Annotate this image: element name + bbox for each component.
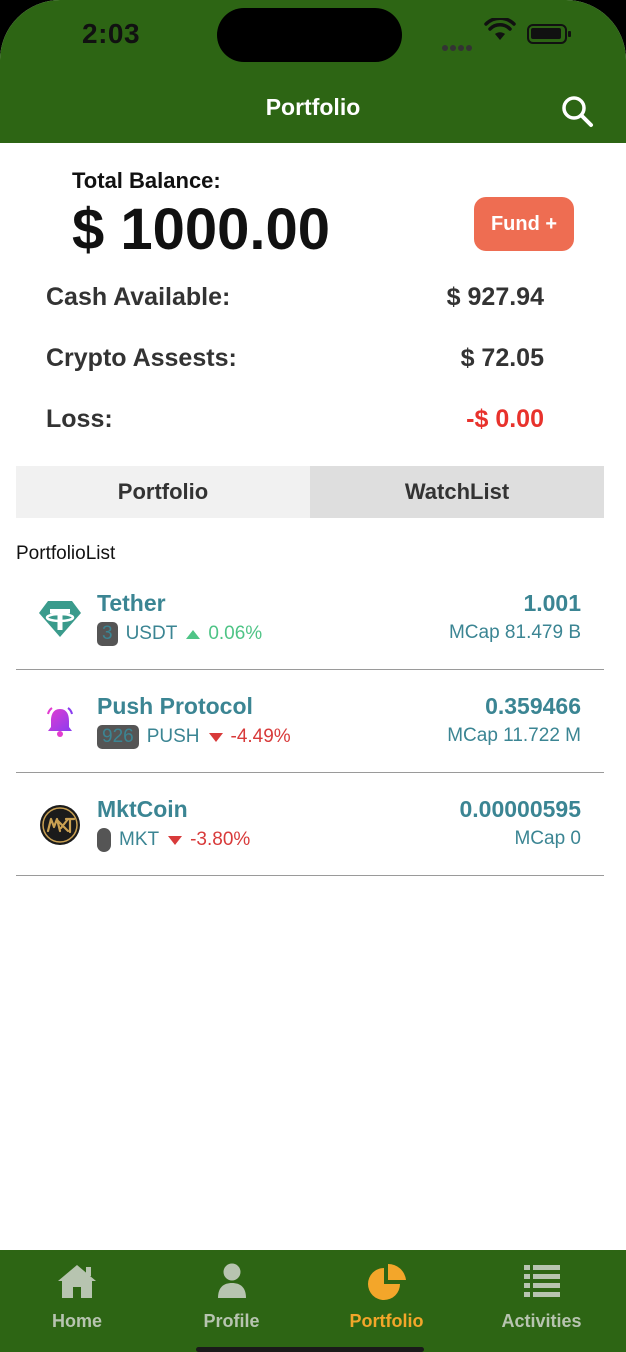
nav-activities[interactable]: Activities [464, 1250, 619, 1352]
coin-row-tether[interactable]: Tether 3 USDT 0.06% 1.001 MCap 81.479 B [16, 567, 604, 670]
coin-subtitle: 3 USDT 0.06% [97, 622, 262, 646]
search-icon[interactable] [560, 94, 594, 128]
home-indicator [196, 1347, 424, 1352]
crypto-assets-value: $ 72.05 [460, 344, 544, 372]
status-time: 2:03 [82, 18, 141, 49]
coin-subtitle: 926 PUSH -4.49% [97, 725, 291, 749]
caret-down-icon [168, 835, 183, 845]
coin-name: MktCoin [97, 796, 188, 822]
nav-label: Profile [203, 1311, 260, 1331]
list-icon [523, 1265, 560, 1297]
coin-symbol: MKT [119, 829, 160, 850]
coin-symbol: PUSH [146, 726, 200, 747]
nav-profile[interactable]: Profile [154, 1250, 309, 1352]
crypto-assets-label: Crypto Assests: [46, 344, 237, 372]
nav-home[interactable]: Home [0, 1250, 154, 1352]
coin-name: Push Protocol [97, 693, 253, 719]
coin-name: Tether [97, 590, 166, 616]
fund-button[interactable]: Fund + [474, 197, 574, 251]
portfolio-list: Tether 3 USDT 0.06% 1.001 MCap 81.479 B [16, 567, 604, 876]
cash-available-label: Cash Available: [46, 283, 231, 311]
loss-value: -$ 0.00 [466, 405, 544, 433]
rank-badge: 3 [97, 622, 118, 646]
wifi-icon [484, 18, 516, 40]
coin-change: 0.06% [208, 623, 263, 644]
cash-available-value: $ 927.94 [446, 283, 544, 311]
rank-badge: 926 [97, 725, 139, 749]
coin-price: 0.359466 [485, 693, 581, 719]
bell-icon [38, 700, 82, 744]
coin-price: 1.001 [523, 590, 581, 616]
nav-label: Portfolio [349, 1311, 424, 1331]
bottom-nav: Home Profile Portfolio Activities [0, 1250, 626, 1352]
total-balance-label: Total Balance: [72, 168, 221, 193]
caret-up-icon [186, 629, 201, 639]
tab-watchlist[interactable]: WatchList [310, 466, 604, 518]
page-title: Portfolio [265, 94, 361, 120]
pie-chart-icon [367, 1263, 406, 1300]
coin-mcap: MCap 11.722 M [447, 725, 581, 746]
home-icon [58, 1265, 96, 1298]
nav-label: Home [51, 1311, 102, 1331]
app-screen: 2:03 Portfolio Total Balance: $ 1000.00 … [0, 0, 626, 1352]
section-label: PortfolioList [16, 543, 116, 564]
coin-change: -3.80% [190, 829, 251, 850]
coin-subtitle: MKT -3.80% [97, 828, 250, 852]
person-icon [217, 1263, 246, 1298]
coin-symbol: USDT [125, 623, 178, 644]
coin-mcap: MCap 0 [514, 828, 581, 849]
battery-icon [527, 24, 571, 44]
coin-mcap: MCap 81.479 B [448, 622, 581, 643]
mkt-logo-icon [38, 803, 82, 847]
loss-label: Loss: [46, 405, 113, 433]
coin-row-mktcoin[interactable]: MktCoin MKT -3.80% 0.00000595 MCap 0 [16, 773, 604, 876]
tether-icon [38, 597, 82, 641]
nav-portfolio[interactable]: Portfolio [309, 1250, 464, 1352]
signal-icon [442, 38, 474, 56]
tab-portfolio[interactable]: Portfolio [16, 466, 310, 518]
rank-badge [97, 828, 111, 852]
portfolio-tabs: Portfolio WatchList [16, 466, 604, 518]
coin-price: 0.00000595 [459, 796, 581, 822]
top-bar: 2:03 Portfolio [0, 0, 626, 143]
nav-label: Activities [501, 1311, 582, 1331]
coin-row-push-protocol[interactable]: Push Protocol 926 PUSH -4.49% 0.359466 M… [16, 670, 604, 773]
coin-change: -4.49% [230, 726, 291, 747]
caret-down-icon [208, 732, 223, 742]
total-balance-value: $ 1000.00 [72, 197, 331, 262]
dynamic-island [217, 8, 402, 62]
